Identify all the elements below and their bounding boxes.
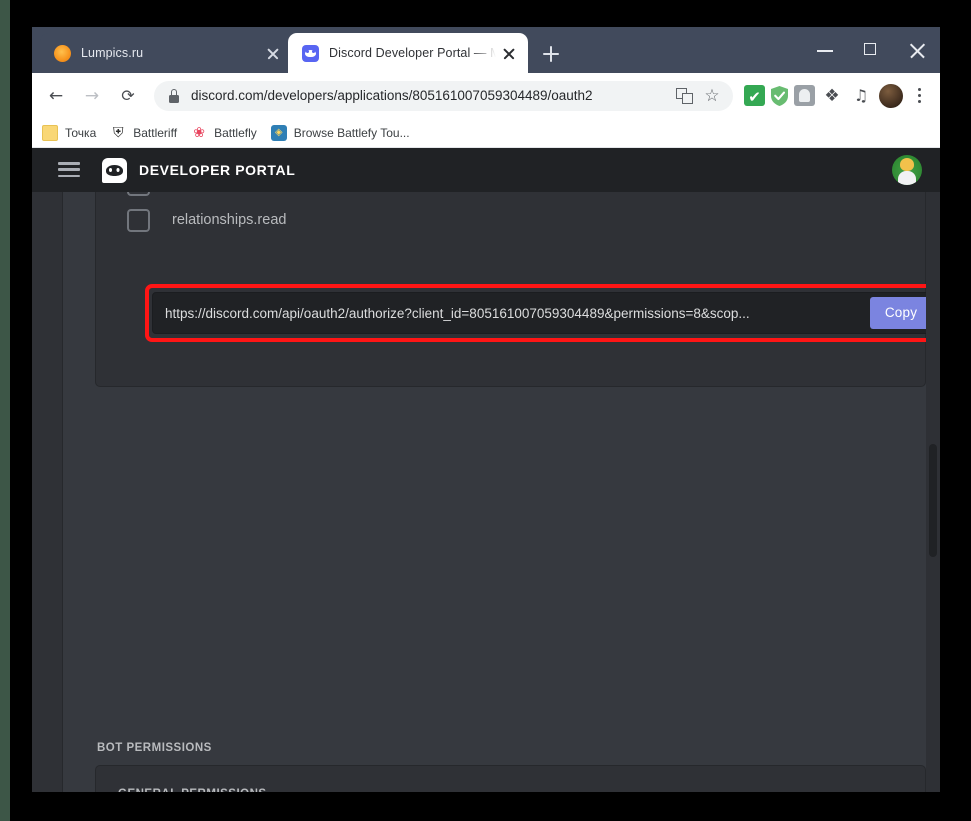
discord-icon xyxy=(302,44,319,62)
window-controls xyxy=(802,27,940,73)
page-scrollbar[interactable] xyxy=(926,192,940,792)
ghostery-extension-icon[interactable] xyxy=(794,85,815,106)
desktop-left-edge xyxy=(0,0,10,821)
tab-title: Discord Developer Portal — My A xyxy=(329,46,496,60)
discord-logo-icon xyxy=(102,157,127,183)
hamburger-menu-icon[interactable] xyxy=(58,162,80,178)
bookmark-label: Browse Battlefy Tou... xyxy=(293,125,410,140)
scrollbar-thumb[interactable] xyxy=(929,444,937,557)
tab-discord-developer-portal[interactable]: Discord Developer Portal — My A xyxy=(288,33,528,73)
bookmark-battlefy-tournaments[interactable]: ◈ Browse Battlefy Tou... xyxy=(270,121,410,145)
generated-url-text: https://discord.com/api/oauth2/authorize… xyxy=(165,305,750,321)
tab-lumpics[interactable]: Lumpics.ru xyxy=(40,33,292,73)
browser-toolbar: ← → ⟳ discord.com/developers/application… xyxy=(32,73,940,118)
battleriff-icon: ⛨ xyxy=(113,124,124,141)
portal-header: DEVELOPER PORTAL xyxy=(32,148,940,192)
playlist-extension-icon[interactable]: ♫ xyxy=(849,84,873,108)
reload-icon: ⟳ xyxy=(121,85,135,105)
forward-arrow-icon: → xyxy=(84,85,100,106)
generated-url-row: https://discord.com/api/oauth2/authorize… xyxy=(145,284,940,342)
scope-checkbox[interactable] xyxy=(127,192,150,196)
tab-title: Lumpics.ru xyxy=(81,46,144,60)
new-tab-button[interactable] xyxy=(537,40,565,68)
bookmarks-bar: Точка ⛨ Battleriff ❀ Battlefly ◈ Browse … xyxy=(32,118,940,148)
scope-row[interactable]: relationships.read xyxy=(96,202,925,238)
scope-checkbox[interactable] xyxy=(127,208,150,232)
back-button[interactable]: ← xyxy=(41,81,71,111)
general-permissions-label: GENERAL PERMISSIONS xyxy=(118,788,267,792)
maximize-button[interactable] xyxy=(848,27,894,73)
bookmark-label: Battleriff xyxy=(133,125,178,140)
browser-window: Lumpics.ru Discord Developer Portal — My… xyxy=(32,27,940,792)
translate-icon[interactable] xyxy=(675,87,695,105)
scroll-column: applications.commands.update application… xyxy=(63,192,940,792)
bot-permissions-section-label: BOT PERMISSIONS xyxy=(97,742,212,754)
bookmark-label: Точка xyxy=(65,125,97,140)
battlefly-icon: ❀ xyxy=(193,124,205,141)
bookmark-tochka[interactable]: Точка xyxy=(42,121,96,145)
adblock-shield-icon[interactable] xyxy=(770,85,789,107)
discord-developer-portal-page: DEVELOPER PORTAL applications.commands.u… xyxy=(32,148,940,792)
address-bar[interactable]: discord.com/developers/applications/8051… xyxy=(154,80,733,111)
account-avatar[interactable] xyxy=(892,155,922,185)
folder-icon xyxy=(42,124,58,141)
sidebar-rail xyxy=(32,192,63,792)
minimize-button[interactable] xyxy=(802,27,848,73)
forward-button[interactable]: → xyxy=(77,81,107,111)
url-text: discord.com/developers/applications/8051… xyxy=(191,88,593,103)
copy-button[interactable]: Copy xyxy=(870,297,932,329)
scope-row[interactable]: activities.write xyxy=(96,192,925,202)
reload-button[interactable]: ⟳ xyxy=(113,81,143,111)
back-arrow-icon: ← xyxy=(48,85,64,106)
lock-icon xyxy=(168,89,180,103)
close-window-button[interactable] xyxy=(894,27,940,73)
page-title: DEVELOPER PORTAL xyxy=(139,162,296,178)
content-scroll-area: applications.commands.update application… xyxy=(32,192,940,792)
bookmark-star-icon[interactable]: ☆ xyxy=(699,83,725,109)
scopes-panel: applications.commands.update application… xyxy=(95,192,940,387)
bookmark-battlefly[interactable]: ❀ Battlefly xyxy=(191,121,257,145)
scope-label: relationships.read xyxy=(172,212,287,228)
orange-circle-icon xyxy=(54,44,71,62)
generated-url-field[interactable]: https://discord.com/api/oauth2/authorize… xyxy=(152,292,938,334)
bookmark-battleriff[interactable]: ⛨ Battleriff xyxy=(110,121,177,145)
checkmark-extension-icon[interactable]: ✔ xyxy=(744,85,765,106)
profile-avatar[interactable] xyxy=(879,83,903,108)
bot-permissions-panel: GENERAL PERMISSIONS Administrator View A… xyxy=(95,765,926,792)
puzzle-extensions-icon[interactable]: ❖ xyxy=(820,84,844,108)
browser-tab-strip: Lumpics.ru Discord Developer Portal — My… xyxy=(32,27,940,73)
bookmark-label: Battlefly xyxy=(214,125,257,140)
battlefy-icon: ◈ xyxy=(270,124,287,141)
browser-menu-button[interactable] xyxy=(908,83,930,109)
close-icon[interactable] xyxy=(262,42,284,64)
close-icon[interactable] xyxy=(498,42,520,64)
